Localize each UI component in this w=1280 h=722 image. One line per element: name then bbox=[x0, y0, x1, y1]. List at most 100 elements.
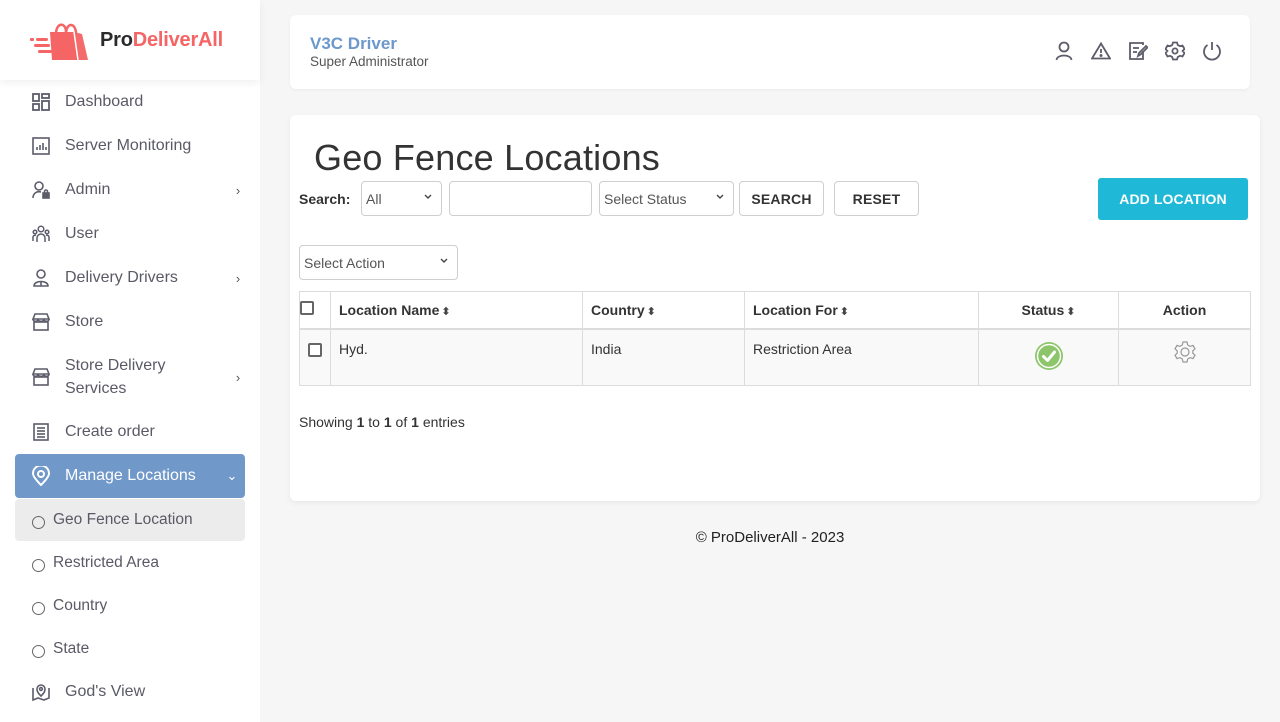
search-field-select[interactable]: All bbox=[361, 181, 442, 216]
store-icon bbox=[31, 367, 51, 387]
column-header-country[interactable]: Country ⬍ bbox=[582, 291, 745, 330]
shopping-bag-logo-icon bbox=[30, 23, 88, 61]
sidebar-subitem-restricted-area[interactable]: Restricted Area bbox=[15, 542, 245, 584]
header-actions bbox=[1054, 41, 1222, 61]
chevron-right-icon: › bbox=[235, 182, 241, 198]
circle-bullet-icon bbox=[32, 559, 45, 572]
chevron-down-icon bbox=[439, 255, 449, 268]
table-row: Hyd. India Restriction Area bbox=[299, 328, 1251, 386]
sidebar-subitem-geo-fence-location[interactable]: Geo Fence Location bbox=[15, 499, 245, 541]
row-checkbox[interactable] bbox=[308, 342, 322, 357]
sidebar-subitem-country[interactable]: Country bbox=[15, 585, 245, 627]
brand-rest: DeliverAll bbox=[132, 28, 224, 51]
sidebar-subitem-state[interactable]: State bbox=[15, 628, 245, 670]
sidebar-item-label: Admin bbox=[65, 181, 111, 198]
sidebar-item-label: Store bbox=[65, 313, 104, 330]
search-field-select-value: All bbox=[366, 190, 382, 207]
store-icon bbox=[31, 312, 51, 332]
sidebar-item-label: Dashboard bbox=[65, 93, 144, 110]
brand-pro: Pro bbox=[100, 28, 133, 51]
power-icon[interactable] bbox=[1202, 41, 1222, 61]
reset-button[interactable]: RESET bbox=[834, 181, 919, 216]
admin-lock-icon bbox=[31, 180, 51, 200]
driver-icon bbox=[31, 268, 51, 288]
sidebar-item-gods-view[interactable]: God's View bbox=[15, 681, 245, 703]
user-icon[interactable] bbox=[1054, 41, 1074, 61]
header-bar: V3C Driver Super Administrator bbox=[290, 15, 1250, 89]
sidebar-item-store-delivery-services[interactable]: Store Delivery Services › bbox=[15, 354, 245, 400]
status-select-value: Select Status bbox=[604, 190, 687, 207]
sidebar-item-label: User bbox=[65, 225, 99, 242]
page-title: Geo Fence Locations bbox=[314, 137, 661, 178]
sidebar-item-label: Create order bbox=[65, 423, 155, 440]
edit-icon[interactable] bbox=[1128, 41, 1148, 61]
pagination-info: Showing 1 to 1 of 1 entries bbox=[299, 414, 465, 430]
user-role: Super Administrator bbox=[310, 54, 429, 69]
column-label: Location For bbox=[753, 301, 838, 318]
column-header-location-name[interactable]: Location Name ⬍ bbox=[330, 291, 583, 330]
label-line-2: Services bbox=[65, 380, 127, 397]
sidebar-item-label: Manage Locations bbox=[65, 467, 196, 484]
showing-suffix: entries bbox=[422, 414, 465, 430]
label-line-1: Store Delivery bbox=[65, 357, 166, 374]
sidebar-item-store[interactable]: Store bbox=[15, 311, 245, 333]
sidebar-item-admin[interactable]: Admin › bbox=[15, 179, 245, 201]
column-label: Action bbox=[1162, 301, 1207, 318]
sidebar-item-label: Server Monitoring bbox=[65, 137, 192, 154]
subitem-label: Restricted Area bbox=[53, 554, 159, 571]
document-icon bbox=[31, 422, 51, 442]
sort-icon: ⬍ bbox=[839, 305, 849, 318]
chevron-right-icon: › bbox=[235, 270, 241, 286]
search-label: Search: bbox=[299, 191, 351, 207]
column-header-action: Action bbox=[1118, 291, 1251, 330]
chevron-right-icon: › bbox=[235, 369, 241, 385]
circle-bullet-icon bbox=[32, 602, 45, 615]
add-location-button[interactable]: ADD LOCATION bbox=[1098, 178, 1248, 220]
chevron-down-icon bbox=[423, 191, 433, 204]
settings-gear-icon[interactable] bbox=[1172, 339, 1198, 368]
showing-to: 1 bbox=[383, 414, 392, 430]
cell-location-name: Hyd. bbox=[330, 328, 583, 386]
search-input[interactable] bbox=[449, 181, 592, 216]
select-all-checkbox[interactable] bbox=[300, 301, 314, 316]
select-all-cell bbox=[299, 291, 331, 330]
logo[interactable]: ProDeliverAll bbox=[0, 0, 260, 80]
settings-icon[interactable] bbox=[1165, 41, 1185, 61]
sort-icon: ⬍ bbox=[646, 305, 656, 318]
chevron-down-icon bbox=[715, 191, 725, 204]
column-header-location-for[interactable]: Location For ⬍ bbox=[744, 291, 979, 330]
search-button[interactable]: SEARCH bbox=[739, 181, 824, 216]
column-label: Location Name bbox=[339, 301, 440, 318]
column-label: Country bbox=[591, 301, 645, 318]
sort-icon: ⬍ bbox=[441, 305, 451, 318]
action-select[interactable]: Select Action bbox=[299, 245, 458, 280]
alert-icon[interactable] bbox=[1091, 41, 1111, 61]
sidebar-item-dashboard[interactable]: Dashboard bbox=[15, 91, 245, 113]
showing-of-word: of bbox=[395, 414, 408, 430]
status-select[interactable]: Select Status bbox=[599, 181, 734, 216]
chevron-down-icon: ⌄ bbox=[226, 468, 238, 483]
map-pin-icon bbox=[31, 682, 51, 702]
sidebar-item-manage-locations[interactable]: Manage Locations ⌄ bbox=[15, 454, 245, 498]
cell-location-for: Restriction Area bbox=[744, 328, 979, 386]
content-card: Geo Fence Locations Search: All Select S… bbox=[290, 115, 1260, 501]
sidebar-item-create-order[interactable]: Create order bbox=[15, 421, 245, 443]
showing-to-word: to bbox=[368, 414, 380, 430]
brand-name: ProDeliverAll bbox=[100, 29, 223, 52]
subitem-label: Geo Fence Location bbox=[53, 511, 193, 528]
sidebar-item-user[interactable]: User bbox=[15, 223, 245, 245]
sidebar-item-delivery-drivers[interactable]: Delivery Drivers › bbox=[15, 267, 245, 289]
circle-bullet-icon bbox=[32, 516, 45, 529]
sort-icon: ⬍ bbox=[1066, 305, 1076, 318]
subitem-label: State bbox=[53, 640, 90, 657]
cell-action bbox=[1118, 328, 1251, 386]
locations-table: Location Name ⬍ Country ⬍ Location For ⬍ St… bbox=[299, 291, 1251, 386]
users-icon bbox=[31, 224, 51, 244]
sidebar: ProDeliverAll Dashboard Server Monitorin… bbox=[0, 0, 260, 722]
row-select-cell bbox=[299, 328, 331, 386]
showing-from: 1 bbox=[356, 414, 365, 430]
sidebar-item-server-monitoring[interactable]: Server Monitoring bbox=[15, 135, 245, 157]
user-name[interactable]: V3C Driver bbox=[310, 34, 397, 54]
column-header-status[interactable]: Status ⬍ bbox=[978, 291, 1119, 330]
status-active-check-icon[interactable] bbox=[1034, 341, 1064, 374]
